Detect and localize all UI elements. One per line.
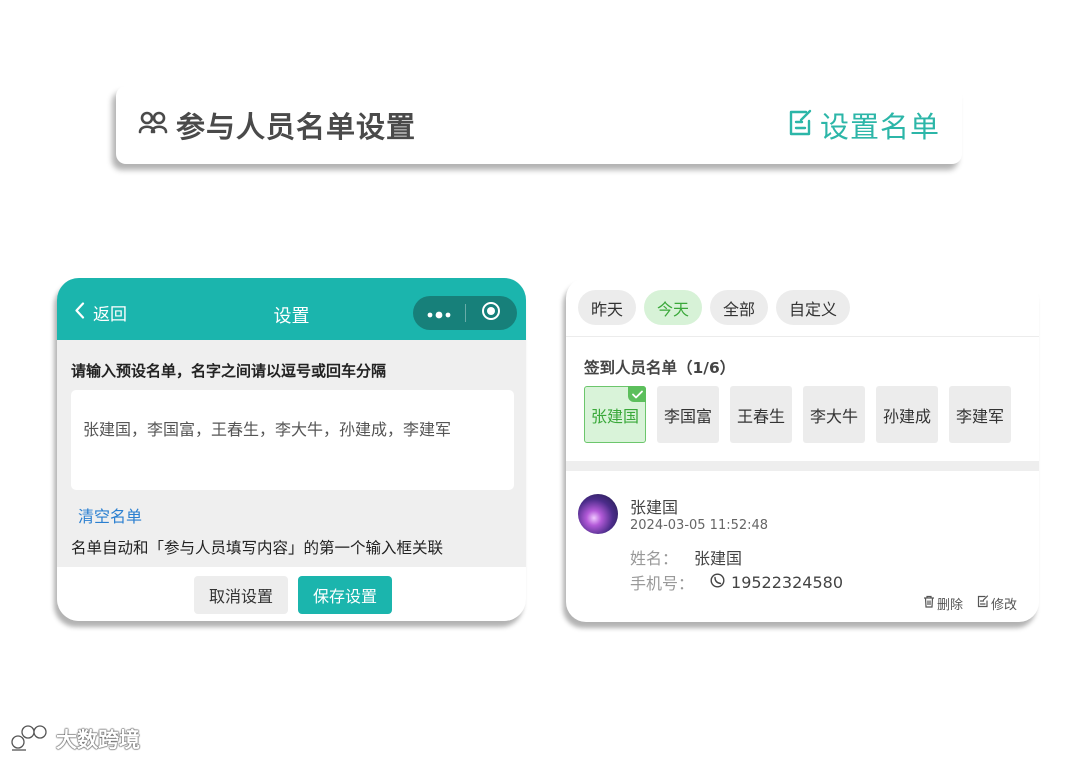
person-chip-label: 李国富 — [663, 406, 712, 426]
record-actions: 删除 修改 — [923, 594, 1017, 613]
footer-actions: 取消设置 保存设置 — [57, 567, 526, 621]
divider — [566, 336, 1039, 337]
person-chip-label: 李建军 — [955, 406, 1004, 426]
person-chip[interactable]: 王春生 — [730, 386, 792, 443]
delete-label: 删除 — [936, 598, 963, 613]
settings-panel: 返回 设置 请输入预设名单，名字之间请以逗号或回车分隔 张建国，李国富，王春生，… — [57, 278, 526, 621]
section-title: 签到人员名单（1/6） — [584, 359, 736, 377]
person-chip[interactable]: 李大牛 — [803, 386, 865, 443]
delete-button[interactable]: 删除 — [923, 594, 963, 613]
header-title-group: 参与人员名单设置 — [138, 104, 416, 146]
name-field-label: 姓名： — [630, 549, 679, 568]
save-button[interactable]: 保存设置 — [298, 576, 392, 614]
person-chip-label: 王春生 — [736, 406, 785, 426]
clear-list-link[interactable]: 清空名单 — [78, 503, 142, 527]
close-miniapp-button[interactable] — [465, 296, 517, 330]
person-chip-label: 张建国 — [590, 406, 639, 426]
person-chip[interactable]: 李国富 — [657, 386, 719, 443]
checkin-panel: 昨天 今天 全部 自定义 签到人员名单（1/6） 张建国 李国富 王春生 李大牛… — [566, 278, 1039, 622]
more-button[interactable] — [413, 296, 465, 330]
set-list-button[interactable]: 设置名单 — [788, 104, 940, 146]
filter-all[interactable]: 全部 — [710, 290, 769, 325]
person-chip-label: 李大牛 — [809, 406, 858, 426]
date-filter-bar: 昨天 今天 全部 自定义 — [578, 290, 851, 325]
miniapp-capsule — [413, 296, 517, 330]
brand-logo-icon — [10, 722, 50, 756]
person-chip[interactable]: 李建军 — [949, 386, 1011, 443]
watermark: 大数跨境 — [10, 722, 140, 756]
edit-icon — [788, 109, 814, 141]
edit-label: 修改 — [990, 598, 1017, 613]
record-name-row: 姓名： 张建国 — [630, 545, 742, 569]
names-textarea[interactable]: 张建国，李国富，王春生，李大牛，孙建成，李建军 — [71, 390, 514, 490]
nav-bar: 返回 设置 — [57, 278, 526, 340]
section-divider — [566, 461, 1039, 471]
set-list-label: 设置名单 — [819, 110, 940, 144]
name-field-value: 张建国 — [694, 549, 743, 568]
page-title: 参与人员名单设置 — [176, 110, 417, 144]
filter-yesterday[interactable]: 昨天 — [578, 290, 637, 325]
check-icon — [628, 386, 646, 402]
person-chip[interactable]: 孙建成 — [876, 386, 938, 443]
target-icon — [481, 301, 501, 325]
people-chip-list: 张建国 李国富 王春生 李大牛 孙建成 李建军 — [584, 386, 1011, 443]
settings-header-card: 参与人员名单设置 设置名单 — [116, 86, 962, 164]
watermark-text: 大数跨境 — [56, 728, 140, 752]
instruction-text: 请输入预设名单，名字之间请以逗号或回车分隔 — [71, 362, 387, 380]
avatar — [578, 494, 618, 534]
filter-custom[interactable]: 自定义 — [776, 290, 851, 325]
phone-field-label: 手机号： — [630, 574, 695, 593]
record-timestamp: 2024-03-05 11:52:48 — [630, 518, 769, 533]
phone-icon — [710, 572, 725, 592]
filter-today[interactable]: 今天 — [644, 290, 703, 325]
more-dots-icon — [427, 304, 451, 323]
person-chip[interactable]: 张建国 — [584, 386, 646, 443]
link-note: 名单自动和「参与人员填写内容」的第一个输入框关联 — [71, 539, 444, 557]
people-icon — [138, 110, 168, 140]
trash-icon — [923, 595, 935, 612]
edit-button[interactable]: 修改 — [977, 594, 1017, 613]
phone-field-value: 19522324580 — [731, 572, 843, 592]
record-phone-row: 手机号： 19522324580 — [630, 570, 843, 594]
edit-icon — [977, 595, 989, 612]
person-chip-label: 孙建成 — [882, 406, 931, 426]
phone-link[interactable]: 19522324580 — [710, 573, 843, 592]
cancel-button[interactable]: 取消设置 — [194, 576, 288, 614]
record-name: 张建国 — [630, 498, 679, 517]
